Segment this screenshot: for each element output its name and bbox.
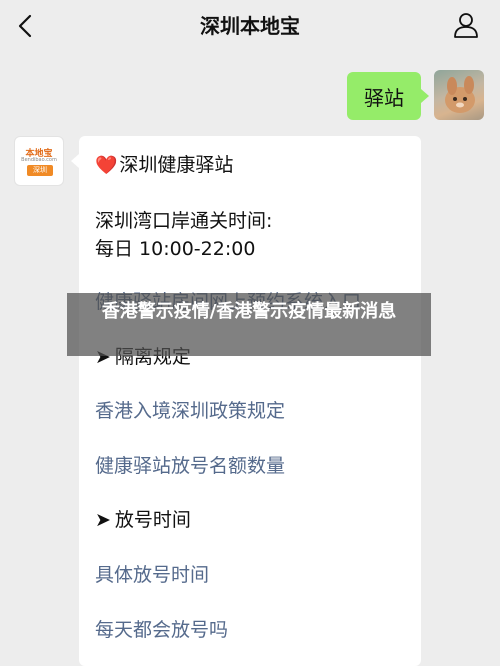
section-release-label: 放号时间 [114, 509, 191, 531]
daily-release-link[interactable]: 每天都会放号吗 [95, 615, 228, 642]
release-time-link[interactable]: 具体放号时间 [95, 560, 209, 587]
card-title: 深圳健康驿站 [119, 154, 234, 176]
brand-city-badge: 深圳 [27, 165, 53, 176]
page-title: 深圳本地宝 [200, 14, 300, 38]
avatar-image [445, 76, 475, 113]
headline-banner: 香港警示疫情/香港警示疫情最新消息 [67, 293, 431, 356]
outgoing-message-text: 驿站 [364, 85, 404, 110]
customs-hours-label: 深圳湾口岸通关时间: [95, 210, 273, 232]
user-avatar[interactable] [434, 70, 484, 120]
card-title-row: ❤️ 深圳健康驿站 [95, 150, 233, 177]
bot-avatar[interactable]: 本地宝 Bendibao.com 深圳 [14, 136, 64, 186]
brand-logo-url: Bendibao.com [21, 157, 57, 163]
headline-text: 香港警示疫情/香港警示疫情最新消息 [101, 301, 397, 322]
incoming-message-card: ❤️深圳健康驿站 深圳湾口岸通关时间: 每日 10:00-22:00 健康驿站房… [71, 136, 421, 666]
top-bar: 深圳本地宝 [0, 0, 500, 52]
arrow-right-icon: ➤ [95, 509, 111, 531]
section-release: ➤ 放号时间 [95, 505, 191, 532]
customs-hours-value: 每日 10:00-22:00 [95, 238, 256, 260]
person-icon[interactable] [452, 11, 480, 39]
heart-icon: ❤️ [95, 155, 118, 176]
chevron-left-icon[interactable] [12, 12, 40, 40]
outgoing-message[interactable]: 驿站 [347, 72, 429, 120]
release-quota-link[interactable]: 健康驿站放号名额数量 [95, 451, 285, 478]
hk-entry-policy-link[interactable]: 香港入境深圳政策规定 [95, 396, 285, 423]
